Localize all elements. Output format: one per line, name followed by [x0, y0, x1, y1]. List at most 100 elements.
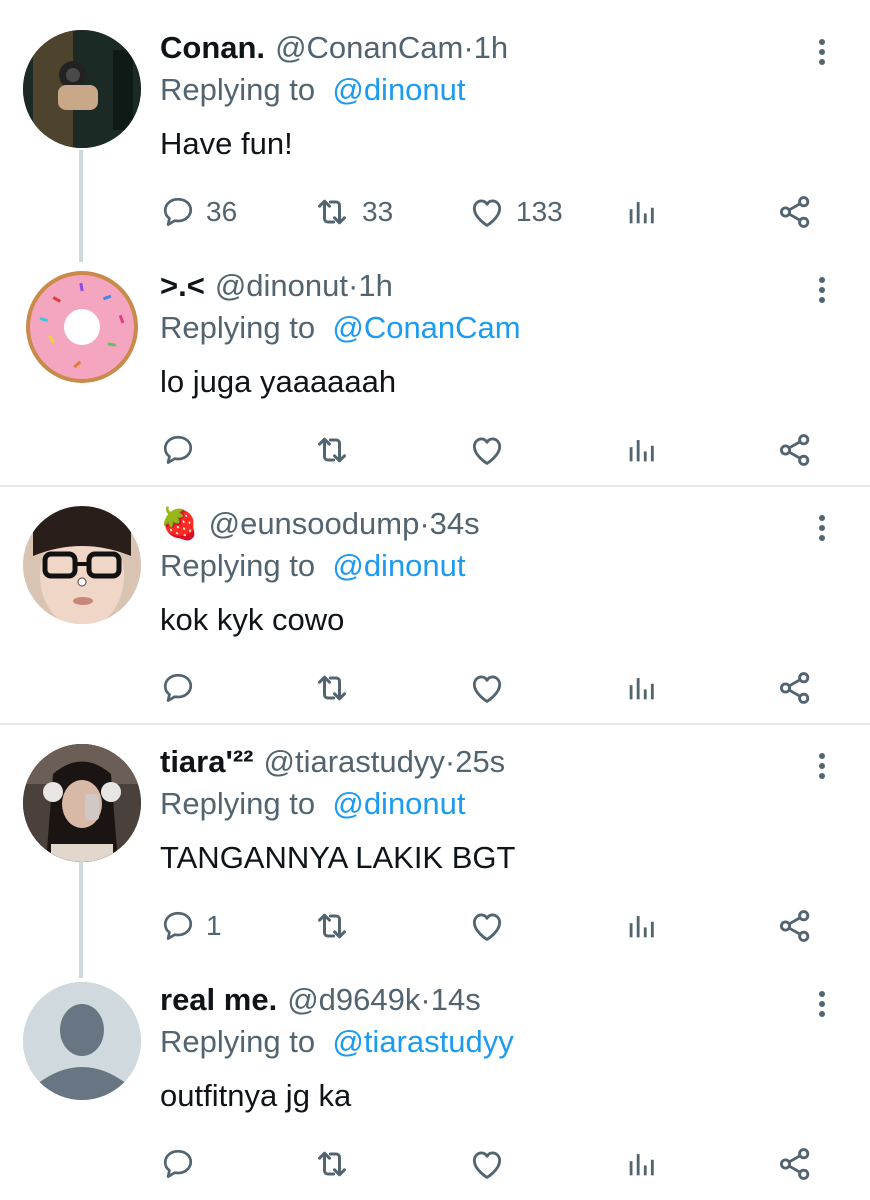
- avatar[interactable]: [23, 744, 141, 862]
- bar-chart-icon: [624, 195, 658, 229]
- user-handle[interactable]: @dinonut: [215, 266, 348, 306]
- heart-icon: [468, 907, 506, 945]
- avatar[interactable]: [23, 268, 141, 386]
- timestamp[interactable]: 34s: [430, 504, 480, 544]
- tweet-header: Conan. @ConanCam · 1h: [160, 28, 508, 68]
- like-button[interactable]: [468, 428, 506, 472]
- share-button[interactable]: [776, 666, 814, 710]
- like-button[interactable]: 133: [468, 190, 563, 234]
- reply-button[interactable]: [160, 1142, 196, 1186]
- timestamp[interactable]: 1h: [358, 266, 392, 306]
- divider: [0, 485, 870, 487]
- replying-to-link[interactable]: @dinonut: [332, 548, 465, 583]
- display-name[interactable]: Conan.: [160, 28, 265, 68]
- heart-icon: [468, 431, 506, 469]
- reply-button[interactable]: 1: [160, 904, 222, 948]
- tweet-text: lo juga yaaaaaah: [160, 364, 397, 399]
- retweet-arrows-icon: [312, 1144, 352, 1184]
- display-name[interactable]: real me.: [160, 980, 277, 1020]
- user-handle[interactable]: @d9649k: [287, 980, 420, 1020]
- replying-to-link[interactable]: @dinonut: [332, 786, 465, 821]
- replying-to-link[interactable]: @ConanCam: [332, 310, 520, 345]
- share-button[interactable]: [776, 190, 814, 234]
- heart-icon: [468, 1145, 506, 1183]
- retweet-arrows-icon: [312, 906, 352, 946]
- timestamp[interactable]: 14s: [431, 980, 481, 1020]
- share-nodes-icon: [776, 193, 814, 231]
- vertical-ellipsis-icon: [807, 37, 837, 67]
- more-options-button[interactable]: [806, 512, 838, 544]
- user-handle[interactable]: @tiarastudyy: [264, 742, 445, 782]
- tweet-d9649k[interactable]: real me. @d9649k · 14s Replying to @tiar…: [0, 980, 870, 1190]
- tweet-text: Have fun!: [160, 126, 293, 161]
- retweet-arrows-icon: [312, 192, 352, 232]
- views-button[interactable]: [624, 666, 658, 710]
- more-options-button[interactable]: [806, 750, 838, 782]
- avatar[interactable]: [23, 982, 141, 1100]
- avatar[interactable]: [23, 30, 141, 148]
- more-options-button[interactable]: [806, 274, 838, 306]
- tweet-text: kok kyk cowo: [160, 602, 345, 637]
- timestamp[interactable]: 25s: [455, 742, 505, 782]
- share-nodes-icon: [776, 669, 814, 707]
- tweet-text: TANGANNYA LAKIK BGT: [160, 840, 516, 875]
- replying-to: Replying to @dinonut: [160, 546, 466, 586]
- tweet-actions: 1: [160, 904, 840, 948]
- tweet-tiarastudyy[interactable]: tiara'²² @tiarastudyy · 25s Replying to …: [0, 742, 870, 952]
- user-handle[interactable]: @ConanCam: [275, 28, 463, 68]
- more-options-button[interactable]: [806, 36, 838, 68]
- retweet-count: 33: [362, 196, 394, 227]
- tweet-actions: 36 33 133: [160, 190, 840, 234]
- retweet-button[interactable]: [312, 666, 352, 710]
- replying-to: Replying to @ConanCam: [160, 308, 521, 348]
- views-button[interactable]: [624, 904, 658, 948]
- tweet-actions: [160, 428, 840, 472]
- tweet-eunsoodump[interactable]: 🍓 @eunsoodump · 34s Replying to @dinonut…: [0, 504, 870, 714]
- replying-to: Replying to @dinonut: [160, 784, 466, 824]
- user-handle[interactable]: @eunsoodump: [209, 504, 420, 544]
- like-button[interactable]: [468, 1142, 506, 1186]
- tweet-dinonut[interactable]: >.< @dinonut · 1h Replying to @ConanCam …: [0, 266, 870, 476]
- retweet-button[interactable]: [312, 1142, 352, 1186]
- reply-button[interactable]: 36: [160, 190, 237, 234]
- views-button[interactable]: [624, 1142, 658, 1186]
- like-button[interactable]: [468, 666, 506, 710]
- retweet-button[interactable]: 33: [312, 190, 393, 234]
- speech-bubble-icon: [160, 194, 196, 230]
- reply-button[interactable]: [160, 428, 196, 472]
- vertical-ellipsis-icon: [807, 513, 837, 543]
- retweet-arrows-icon: [312, 430, 352, 470]
- vertical-ellipsis-icon: [807, 989, 837, 1019]
- replying-to-label: Replying to: [160, 1024, 324, 1059]
- time-separator: ·: [463, 30, 474, 65]
- heart-icon: [468, 669, 506, 707]
- share-button[interactable]: [776, 904, 814, 948]
- retweet-button[interactable]: [312, 428, 352, 472]
- views-button[interactable]: [624, 190, 658, 234]
- reply-button[interactable]: [160, 666, 196, 710]
- display-name[interactable]: >.<: [160, 266, 205, 306]
- avatar[interactable]: [23, 506, 141, 624]
- tweet-conan[interactable]: Conan. @ConanCam · 1h Replying to @dinon…: [0, 28, 870, 238]
- like-button[interactable]: [468, 904, 506, 948]
- share-nodes-icon: [776, 907, 814, 945]
- bar-chart-icon: [624, 1147, 658, 1181]
- time-separator: ·: [419, 506, 430, 541]
- share-button[interactable]: [776, 1142, 814, 1186]
- replying-to-link[interactable]: @dinonut: [332, 72, 465, 107]
- share-nodes-icon: [776, 431, 814, 469]
- vertical-ellipsis-icon: [807, 751, 837, 781]
- default-avatar-icon: [23, 982, 141, 1100]
- display-name[interactable]: 🍓: [160, 504, 199, 544]
- display-name[interactable]: tiara'²²: [160, 742, 254, 782]
- timestamp[interactable]: 1h: [474, 28, 508, 68]
- share-button[interactable]: [776, 428, 814, 472]
- time-separator: ·: [348, 268, 359, 303]
- more-options-button[interactable]: [806, 988, 838, 1020]
- views-button[interactable]: [624, 428, 658, 472]
- tweet-text: outfitnya jg ka: [160, 1078, 352, 1113]
- bar-chart-icon: [624, 671, 658, 705]
- retweet-button[interactable]: [312, 904, 352, 948]
- replying-to-link[interactable]: @tiarastudyy: [332, 1024, 513, 1059]
- reply-count: 36: [206, 196, 238, 227]
